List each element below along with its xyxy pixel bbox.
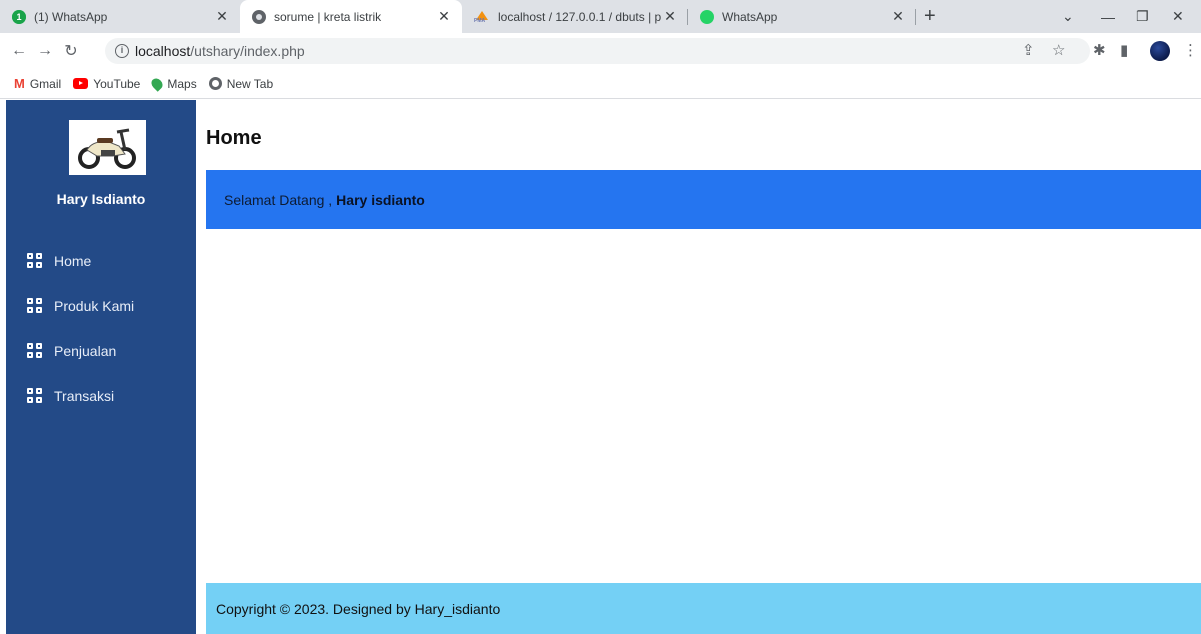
close-icon[interactable]: ✕ [214, 8, 230, 25]
info-icon[interactable]: i [115, 44, 129, 58]
extensions-icon[interactable]: ✱ [1093, 41, 1106, 59]
new-tab-button[interactable]: + [924, 0, 936, 33]
sidebar-item-penjualan[interactable]: Penjualan [6, 328, 196, 373]
sidebar-item-home[interactable]: Home [6, 238, 196, 283]
side-panel-icon[interactable]: ▮ [1120, 41, 1128, 59]
phpmyadmin-icon [474, 10, 490, 24]
back-button[interactable]: ← [6, 42, 32, 60]
bookmark-label: Gmail [29, 76, 62, 91]
unread-badge: 1 [12, 9, 26, 24]
sidebar-item-produk-kami[interactable]: Produk Kami [6, 283, 196, 328]
globe-icon [252, 9, 266, 24]
bookmark-gmail[interactable]: M Gmail [14, 76, 61, 91]
address-bar[interactable]: i localhost/utshary/index.php [105, 38, 1090, 64]
tab-title: (1) WhatsApp [34, 9, 108, 24]
bookmarks-bar: M Gmail YouTube Maps New Tab [0, 69, 1201, 99]
bookmark-label: YouTube [93, 76, 141, 91]
user-name: Hary Isdianto [56, 191, 146, 207]
page-footer: Copyright © 2023. Designed by Hary_isdia… [206, 583, 1201, 634]
main-content: Home Selamat Datang , Hary isdianto Copy… [206, 100, 1201, 634]
copyright-text: Copyright © 2023. Designed by Hary_isdia… [216, 600, 501, 617]
tab-strip: 1 (1) WhatsApp ✕ sorume | kreta listrik … [0, 0, 1201, 33]
close-icon[interactable]: ✕ [662, 8, 678, 25]
tab-phpmyadmin[interactable]: localhost / 127.0.0.1 / dbuts | php ✕ [462, 0, 688, 33]
url-host: localhost [135, 43, 191, 59]
restore-button[interactable]: ❐ [1136, 0, 1149, 33]
welcome-prefix: Selamat Datang , [224, 191, 333, 208]
tab-whatsapp-unread[interactable]: 1 (1) WhatsApp ✕ [0, 0, 240, 33]
share-icon[interactable]: ⇪ [1022, 41, 1035, 59]
tab-search-button[interactable]: ⌄ [1062, 0, 1074, 33]
close-icon[interactable]: ✕ [890, 8, 906, 25]
maps-icon [149, 75, 166, 92]
bookmark-new-tab[interactable]: New Tab [208, 76, 274, 91]
tab-sorume[interactable]: sorume | kreta listrik ✕ [240, 0, 462, 33]
close-window-button[interactable]: ✕ [1172, 0, 1184, 33]
sidebar-item-transaksi[interactable]: Transaksi [6, 373, 196, 418]
bookmark-label: Maps [167, 76, 197, 91]
tab-title: sorume | kreta listrik [274, 9, 382, 24]
web-page: Hary Isdianto Home Produk Kami Penjualan… [0, 100, 1201, 634]
sidebar-item-label: Home [54, 252, 92, 269]
globe-icon [208, 77, 222, 90]
grid-icon [27, 253, 42, 268]
minimize-button[interactable]: — [1101, 0, 1115, 33]
grid-icon [27, 298, 42, 313]
sidebar-item-label: Produk Kami [54, 297, 135, 314]
bookmark-maps[interactable]: Maps [149, 75, 197, 92]
reload-button[interactable]: ↻ [58, 41, 84, 61]
bookmark-label: New Tab [226, 76, 274, 91]
profile-avatar[interactable] [1150, 41, 1170, 61]
welcome-banner: Selamat Datang , Hary isdianto [206, 170, 1201, 229]
welcome-user-name: Hary isdianto [336, 191, 425, 208]
page-title: Home [206, 127, 262, 149]
sidebar-item-label: Transaksi [54, 387, 115, 404]
close-icon[interactable]: ✕ [436, 8, 452, 25]
grid-icon [27, 388, 42, 403]
forward-button[interactable]: → [32, 42, 58, 60]
sidebar: Hary Isdianto Home Produk Kami Penjualan… [6, 100, 196, 634]
youtube-icon [73, 78, 89, 89]
grid-icon [27, 343, 42, 358]
sidebar-item-label: Penjualan [54, 342, 117, 359]
scooter-image [69, 120, 146, 175]
url-path: /utshary/index.php [190, 43, 305, 59]
tab-title: WhatsApp [722, 9, 778, 24]
browser-toolbar: ← → ↻ i localhost/utshary/index.php ⇪ ☆ … [0, 33, 1201, 69]
tab-whatsapp[interactable]: WhatsApp ✕ [688, 0, 916, 33]
tab-title: localhost / 127.0.0.1 / dbuts | php [498, 9, 662, 24]
bookmark-youtube[interactable]: YouTube [73, 77, 140, 91]
sidebar-menu: Home Produk Kami Penjualan Transaksi [6, 238, 196, 418]
whatsapp-icon: 1 [12, 9, 26, 24]
bookmark-star-icon[interactable]: ☆ [1052, 41, 1065, 59]
tab-separator [915, 9, 916, 25]
whatsapp-icon [700, 9, 714, 24]
menu-kebab-icon[interactable]: ⋮ [1183, 41, 1198, 59]
gmail-icon: M [14, 76, 25, 91]
